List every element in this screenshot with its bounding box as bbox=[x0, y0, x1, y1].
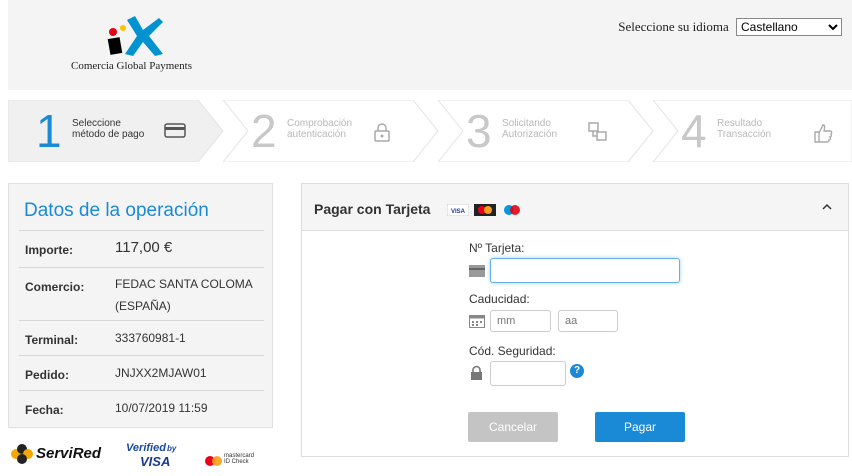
expiry-year-input[interactable] bbox=[558, 310, 618, 332]
mastercard-id-check-logo: mastercard ID Check bbox=[224, 453, 255, 465]
visa-text: VISA bbox=[140, 454, 171, 469]
lock-icon bbox=[373, 122, 391, 147]
servired-logo: ServiRed bbox=[36, 445, 102, 462]
detail-value: JNJXX2MJAW01 bbox=[115, 366, 207, 380]
detail-key: Comercio: bbox=[25, 280, 85, 294]
maestro-icon bbox=[501, 203, 523, 221]
star-logo-icon bbox=[107, 16, 163, 56]
thumbs-up-icon bbox=[813, 122, 833, 149]
collapse-chevron-icon[interactable] bbox=[822, 200, 832, 214]
mastercard-small-icon bbox=[474, 203, 496, 221]
calendar-icon bbox=[469, 314, 485, 333]
detail-key: Pedido: bbox=[25, 368, 69, 382]
padlock-icon bbox=[470, 365, 483, 386]
step-label: Comprobación autenticación bbox=[287, 118, 353, 140]
page-header: Comercia Global Payments Seleccione su i… bbox=[8, 0, 852, 90]
card-number-input[interactable] bbox=[490, 258, 680, 283]
detail-value: FEDAC SANTA COLOMA (ESPAÑA) bbox=[115, 277, 253, 313]
card-number-label: Nº Tarjeta: bbox=[469, 241, 525, 255]
detail-row-merchant: Comercio: FEDAC SANTA COLOMA (ESPAÑA) bbox=[19, 268, 264, 321]
visa-card-icon: VISA bbox=[446, 203, 470, 221]
panel-header[interactable]: Pagar con Tarjeta VISA bbox=[302, 184, 848, 231]
language-label: Seleccione su idioma bbox=[618, 19, 729, 34]
step-number: 4 bbox=[681, 105, 707, 157]
verified-by-visa-logo: Verifiedby bbox=[126, 442, 177, 454]
mastercard-icon bbox=[204, 454, 224, 472]
step-3: 3 Solicitando Autorización bbox=[438, 100, 653, 162]
brand-name: Comercia Global Payments bbox=[71, 60, 192, 72]
expiry-month-input[interactable] bbox=[490, 310, 551, 332]
step-label: Seleccione método de pago bbox=[72, 118, 145, 140]
pay-with-card-panel: Pagar con Tarjeta VISA Nº Tarjeta: Caduc… bbox=[301, 183, 849, 457]
language-select[interactable]: Castellano bbox=[736, 18, 842, 36]
detail-value: 117,00 € bbox=[115, 239, 173, 256]
card-icon bbox=[469, 264, 485, 282]
detail-row-amount: Importe: 117,00 € bbox=[19, 231, 264, 268]
servired-logo-icon bbox=[10, 444, 34, 469]
step-number: 2 bbox=[251, 105, 277, 157]
step-number: 3 bbox=[466, 105, 492, 157]
operation-details-panel: Datos de la operación Importe: 117,00 € … bbox=[8, 183, 273, 428]
cvv-label: Cód. Seguridad: bbox=[469, 344, 556, 358]
step-label: Solicitando Autorización bbox=[502, 118, 558, 140]
detail-key: Importe: bbox=[25, 243, 73, 257]
detail-row-terminal: Terminal: 333760981-1 bbox=[19, 321, 264, 356]
detail-key: Terminal: bbox=[25, 333, 79, 347]
step-4: 4 Resultado Transacción bbox=[653, 100, 852, 162]
svg-text:VISA: VISA bbox=[451, 209, 466, 215]
cancel-button[interactable]: Cancelar bbox=[468, 412, 558, 442]
step-label: Resultado Transacción bbox=[717, 118, 772, 140]
detail-row-date: Fecha: 10/07/2019 11:59 bbox=[19, 391, 264, 425]
transfer-icon bbox=[588, 122, 608, 147]
detail-key: Fecha: bbox=[25, 403, 64, 417]
language-selector: Seleccione su idioma Castellano bbox=[618, 18, 842, 36]
detail-value: 10/07/2019 11:59 bbox=[115, 401, 208, 415]
detail-row-order: Pedido: JNJXX2MJAW01 bbox=[19, 356, 264, 391]
help-icon[interactable]: ? bbox=[570, 364, 584, 378]
step-number: 1 bbox=[36, 105, 62, 157]
panel-title: Pagar con Tarjeta bbox=[314, 201, 431, 217]
step-2: 2 Comprobación autenticación bbox=[223, 100, 438, 162]
progress-steps: 1 Seleccione método de pago 2 Comprobació… bbox=[8, 100, 852, 162]
step-1: 1 Seleccione método de pago bbox=[8, 100, 223, 162]
credit-card-icon bbox=[164, 122, 186, 143]
operation-title: Datos de la operación bbox=[24, 200, 209, 221]
cvv-input[interactable] bbox=[490, 361, 566, 386]
pay-button[interactable]: Pagar bbox=[595, 412, 685, 442]
detail-value: 333760981-1 bbox=[115, 331, 186, 345]
caixabank-logo: Comercia Global Payments bbox=[63, 10, 203, 80]
expiry-label: Caducidad: bbox=[469, 292, 530, 306]
